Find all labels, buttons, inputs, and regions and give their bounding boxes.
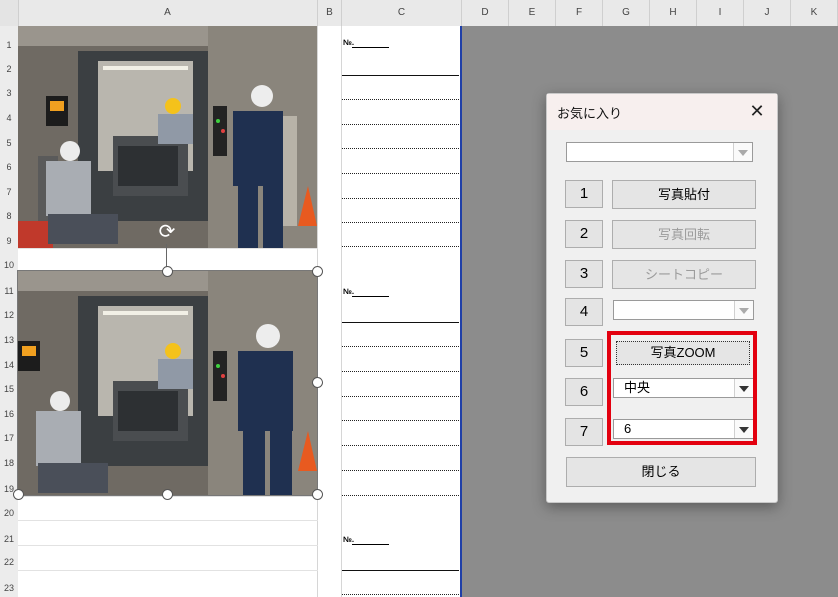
row-header[interactable]: 8 [0, 211, 18, 221]
ruled-line [342, 570, 459, 571]
row-header[interactable]: 16 [0, 409, 18, 419]
ruled-line [342, 198, 459, 199]
column-header-d[interactable]: D [462, 0, 509, 26]
row-header[interactable]: 11 [0, 286, 18, 296]
number-button-2[interactable]: 2 [565, 220, 603, 248]
column-header-c[interactable]: C [342, 0, 462, 26]
ruled-line [342, 594, 459, 595]
column-header-f[interactable]: F [556, 0, 603, 26]
select-all-corner[interactable] [0, 0, 19, 26]
row-header-bar: 1 2 3 4 5 6 7 8 9 10 11 12 13 14 15 16 1… [0, 26, 19, 597]
number-button-6[interactable]: 6 [565, 378, 603, 406]
ruled-line [342, 371, 459, 372]
sheet-copy-button[interactable]: シートコピー [612, 260, 756, 289]
chevron-down-icon[interactable] [733, 143, 752, 161]
resize-handle[interactable] [312, 489, 323, 500]
number-underline [352, 296, 389, 297]
rotate-handle-icon[interactable]: ⟳ [155, 220, 179, 244]
column-header-i[interactable]: I [697, 0, 744, 26]
gridline-row [18, 545, 318, 546]
ruled-line [342, 75, 459, 76]
option-combobox-4[interactable] [613, 300, 754, 320]
ruled-line [342, 445, 459, 446]
row-header[interactable]: 21 [0, 534, 18, 544]
rotate-handle-stem [166, 244, 167, 268]
column-header-g[interactable]: G [603, 0, 650, 26]
close-dialog-button[interactable]: 閉じる [566, 457, 756, 487]
column-header-k[interactable]: K [791, 0, 838, 26]
highlight-box [607, 331, 757, 445]
row-header[interactable]: 9 [0, 236, 18, 246]
ruled-line [342, 246, 459, 247]
number-underline [352, 47, 389, 48]
row-header[interactable]: 20 [0, 508, 18, 518]
close-icon[interactable]: ✕ [745, 99, 769, 123]
ruled-line [342, 222, 459, 223]
photo-illustration [18, 271, 317, 495]
number-button-3[interactable]: 3 [565, 260, 603, 288]
photo-illustration [18, 26, 317, 248]
row-header[interactable]: 1 [0, 40, 18, 50]
resize-handle[interactable] [162, 266, 173, 277]
row-header[interactable]: 5 [0, 138, 18, 148]
row-header[interactable]: 4 [0, 113, 18, 123]
number-underline [352, 544, 389, 545]
elevator-maintenance-photo-2[interactable] [17, 270, 318, 496]
ruled-line [342, 420, 459, 421]
page-break-line [460, 26, 462, 597]
row-header[interactable]: 22 [0, 557, 18, 567]
ruled-line [342, 173, 459, 174]
gridline-col-a [317, 26, 318, 597]
row-header[interactable]: 3 [0, 88, 18, 98]
row-header[interactable]: 18 [0, 458, 18, 468]
ruled-line [342, 495, 459, 496]
gridline-row [18, 570, 318, 571]
photo-number-label: №. [343, 535, 355, 544]
row-header[interactable]: 14 [0, 360, 18, 370]
column-header-a[interactable]: A [18, 0, 318, 26]
row-header[interactable]: 2 [0, 64, 18, 74]
row-header[interactable]: 13 [0, 335, 18, 345]
ruled-line [342, 396, 459, 397]
row-header[interactable]: 6 [0, 162, 18, 172]
resize-handle[interactable] [162, 489, 173, 500]
ruled-line [342, 124, 459, 125]
paste-photo-button[interactable]: 写真貼付 [612, 180, 756, 209]
gridline-col-b [341, 26, 342, 597]
column-header-bar: A B C D E F G H I J K [0, 0, 838, 27]
number-button-5[interactable]: 5 [565, 339, 603, 367]
gridline-row [18, 520, 318, 521]
ruled-line [342, 346, 459, 347]
top-combobox[interactable] [566, 142, 753, 162]
ruled-line [342, 99, 459, 100]
dialog-title: お気に入り [557, 106, 623, 121]
row-header[interactable]: 17 [0, 433, 18, 443]
photo-number-label: №. [343, 287, 355, 296]
elevator-maintenance-photo-1[interactable] [18, 26, 317, 248]
row-header[interactable]: 15 [0, 384, 18, 394]
photo-number-label: №. [343, 38, 355, 47]
dialog-titlebar[interactable]: お気に入り ✕ [547, 94, 777, 130]
resize-handle[interactable] [312, 266, 323, 277]
number-button-4[interactable]: 4 [565, 298, 603, 326]
gridline-row [18, 248, 318, 249]
row-header[interactable]: 23 [0, 583, 18, 593]
column-header-e[interactable]: E [509, 0, 556, 26]
column-header-b[interactable]: B [318, 0, 342, 26]
row-header[interactable]: 12 [0, 310, 18, 320]
column-header-h[interactable]: H [650, 0, 697, 26]
chevron-down-icon[interactable] [734, 301, 753, 319]
row-header[interactable]: 10 [0, 260, 18, 270]
number-button-7[interactable]: 7 [565, 418, 603, 446]
resize-handle[interactable] [13, 489, 24, 500]
number-button-1[interactable]: 1 [565, 180, 603, 208]
resize-handle[interactable] [312, 377, 323, 388]
ruled-line [342, 470, 459, 471]
ruled-line [342, 322, 459, 323]
ruled-line [342, 148, 459, 149]
column-header-j[interactable]: J [744, 0, 791, 26]
rotate-photo-button[interactable]: 写真回転 [612, 220, 756, 249]
row-header[interactable]: 7 [0, 187, 18, 197]
